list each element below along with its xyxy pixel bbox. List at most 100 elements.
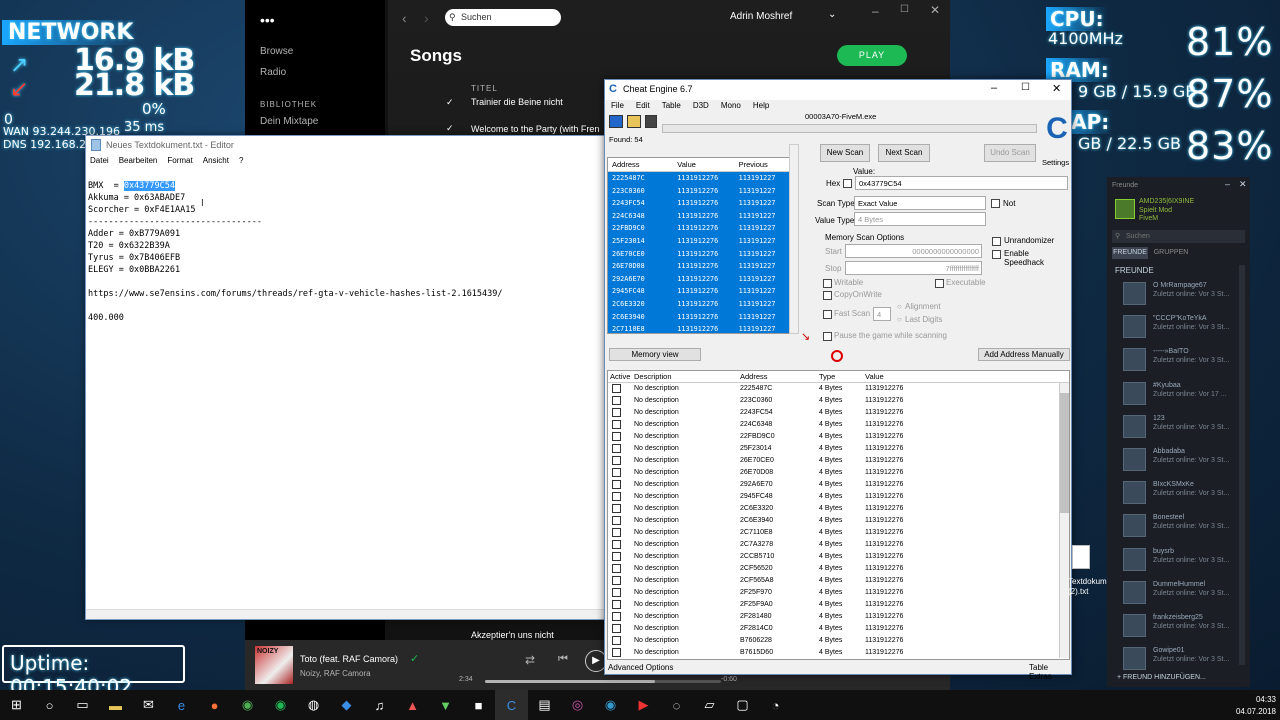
active-checkbox[interactable] <box>612 420 621 429</box>
menu-ansicht[interactable]: Ansicht <box>203 156 229 170</box>
found-row[interactable]: 2945FC48 1131912276 113191227 <box>608 285 796 298</box>
writable-checkbox[interactable] <box>823 279 832 288</box>
list-scrollbar[interactable] <box>1059 383 1069 658</box>
found-row[interactable]: 22FBD9C0 1131912276 113191227 <box>608 222 796 235</box>
menu-edit[interactable]: Edit <box>636 101 650 110</box>
firefox-icon[interactable]: ● <box>198 690 231 720</box>
address-row[interactable]: No description 2225487C 4 Bytes 1131912276 <box>608 383 1069 395</box>
address-row[interactable]: No description 2F2814C0 4 Bytes 1131912276 <box>608 623 1069 635</box>
close-icon[interactable]: ✕ <box>1052 82 1061 95</box>
active-checkbox[interactable] <box>612 456 621 465</box>
menu-file[interactable]: File <box>611 101 624 110</box>
shuffle-icon[interactable]: ⇄ <box>525 653 535 667</box>
progress-track[interactable] <box>485 680 721 683</box>
menu-mono[interactable]: Mono <box>721 101 741 110</box>
friend-item[interactable]: "CCCP"KoTeYkA Zuletzt online: Vor 3 St... <box>1123 313 1250 343</box>
close-icon[interactable]: ✕ <box>930 3 940 17</box>
cortana-icon[interactable]: ○ <box>33 690 66 720</box>
found-row[interactable]: 223C0360 1131912276 113191227 <box>608 184 796 198</box>
explorer-icon[interactable]: ▬ <box>99 690 132 720</box>
value-type-select[interactable]: 4 Bytes <box>854 212 986 226</box>
avatar[interactable] <box>1123 282 1146 305</box>
save-icon[interactable] <box>645 115 657 128</box>
cheat-engine-task-icon[interactable]: C <box>495 690 528 720</box>
friend-item[interactable]: O MrRampage67 Zuletzt online: Vor 3 St... <box>1123 280 1250 310</box>
address-row[interactable]: No description 26E70D08 4 Bytes 1131912276 <box>608 467 1069 479</box>
active-checkbox[interactable] <box>612 576 621 585</box>
app-icon[interactable]: ▲ <box>396 690 429 720</box>
col-type[interactable]: Type <box>819 371 865 382</box>
edge-icon[interactable]: e <box>165 690 198 720</box>
avatar[interactable] <box>1123 614 1146 637</box>
address-row[interactable]: No description B7606228 4 Bytes 1131912276 <box>608 635 1069 647</box>
tab-freunde[interactable]: FREUNDE <box>1112 247 1148 259</box>
address-row[interactable]: No description 2945FC48 4 Bytes 1131912276 <box>608 491 1069 503</box>
app-icon[interactable]: ▼ <box>429 690 462 720</box>
address-row[interactable]: No description B7615D60 4 Bytes 1131912276 <box>608 647 1069 659</box>
friend-item[interactable]: DummelHummel Zuletzt online: Vor 3 St... <box>1123 579 1250 609</box>
col-value[interactable]: Value <box>677 158 738 171</box>
avatar[interactable] <box>1123 514 1146 538</box>
avatar[interactable] <box>1123 580 1146 604</box>
found-row[interactable]: 2C7110E8 1131912276 113191227 <box>608 323 796 333</box>
executable-checkbox[interactable] <box>935 279 944 288</box>
not-checkbox[interactable] <box>991 199 1000 208</box>
address-row[interactable]: No description 2C6E3940 4 Bytes 1131912276 <box>608 515 1069 527</box>
active-checkbox[interactable] <box>612 624 621 633</box>
friend-item[interactable]: BIxcKSMxKe Zuletzt online: Vor 3 St... <box>1123 479 1250 509</box>
friend-item[interactable]: #Kyubaa Zuletzt online: Vor 17 ... <box>1123 380 1250 410</box>
active-checkbox[interactable] <box>612 480 621 489</box>
sidebar-item-radio[interactable]: Radio <box>260 67 286 78</box>
active-checkbox[interactable] <box>612 564 621 573</box>
app-icon[interactable]: ◆ <box>330 690 363 720</box>
now-title[interactable]: Toto (feat. RAF Camora) <box>300 654 398 664</box>
hex-checkbox[interactable] <box>843 179 852 188</box>
active-checkbox[interactable] <box>612 408 621 417</box>
add-address-button[interactable]: Add Address Manually <box>978 348 1070 361</box>
menu-datei[interactable]: Datei <box>90 156 109 170</box>
col-previous[interactable]: Previous <box>739 158 796 171</box>
active-checkbox[interactable] <box>612 492 621 501</box>
copy-arrow-icon[interactable]: ↘ <box>801 330 810 343</box>
maximize-icon[interactable]: ☐ <box>900 4 909 15</box>
address-row[interactable]: No description 224C6348 4 Bytes 1131912276 <box>608 419 1069 431</box>
friends-scrollbar[interactable] <box>1239 265 1245 665</box>
active-checkbox[interactable] <box>612 432 621 441</box>
menu-bearbeiten[interactable]: Bearbeiten <box>119 156 158 170</box>
address-row[interactable]: No description 2243FC54 4 Bytes 1131912276 <box>608 407 1069 419</box>
pause-checkbox[interactable] <box>823 332 832 341</box>
address-row[interactable]: No description 2CF565A8 4 Bytes 1131912276 <box>608 575 1069 587</box>
maximize-icon[interactable]: ☐ <box>1021 82 1030 93</box>
address-row[interactable]: No description 2C6E3320 4 Bytes 1131912276 <box>608 503 1069 515</box>
found-row[interactable]: 25F23014 1131912276 113191227 <box>608 234 796 248</box>
found-row[interactable]: 224C6348 1131912276 113191227 <box>608 209 796 223</box>
song-row[interactable]: Welcome to the Party (with Fren <box>471 124 599 134</box>
active-checkbox[interactable] <box>612 552 621 561</box>
album-cover[interactable]: NOIZY <box>255 646 293 684</box>
mail-icon[interactable]: ✉ <box>132 690 165 720</box>
notepad-task-icon[interactable]: ▤ <box>528 690 561 720</box>
address-row[interactable]: No description 2C7A3278 4 Bytes 1131912276 <box>608 539 1069 551</box>
address-row[interactable]: No description 25F23014 4 Bytes 1131912276 <box>608 443 1069 455</box>
selected-text[interactable]: 0x43779C54 <box>123 181 176 191</box>
menu-table[interactable]: Table <box>662 101 681 110</box>
copyonwrite-checkbox[interactable] <box>823 291 832 300</box>
minimize-icon[interactable]: – <box>1225 179 1230 189</box>
avatar[interactable] <box>1123 381 1146 405</box>
menu-format[interactable]: Format <box>167 156 192 170</box>
app-icon[interactable]: ◔ <box>759 690 792 720</box>
stop-input[interactable]: 7fffffffffffffff <box>845 261 982 275</box>
youtube-icon[interactable]: ▶ <box>627 690 660 720</box>
open-process-icon[interactable] <box>609 115 623 128</box>
active-checkbox[interactable] <box>612 468 621 477</box>
sidebar-item-mixtape[interactable]: Dein Mixtape <box>260 116 318 127</box>
address-row[interactable]: No description 2F25F9A0 4 Bytes 1131912276 <box>608 599 1069 611</box>
col-value[interactable]: Value <box>865 371 925 382</box>
steam-icon[interactable]: ◍ <box>297 690 330 720</box>
avatar[interactable] <box>1123 414 1146 438</box>
minimize-icon[interactable]: – <box>872 4 879 18</box>
friend-item[interactable]: buysrb Zuletzt online: Vor 3 St... <box>1123 546 1250 576</box>
app-icon[interactable]: ◎ <box>561 690 594 720</box>
new-scan-button[interactable]: New Scan <box>820 144 870 162</box>
back-icon[interactable]: ‹ <box>402 10 407 26</box>
